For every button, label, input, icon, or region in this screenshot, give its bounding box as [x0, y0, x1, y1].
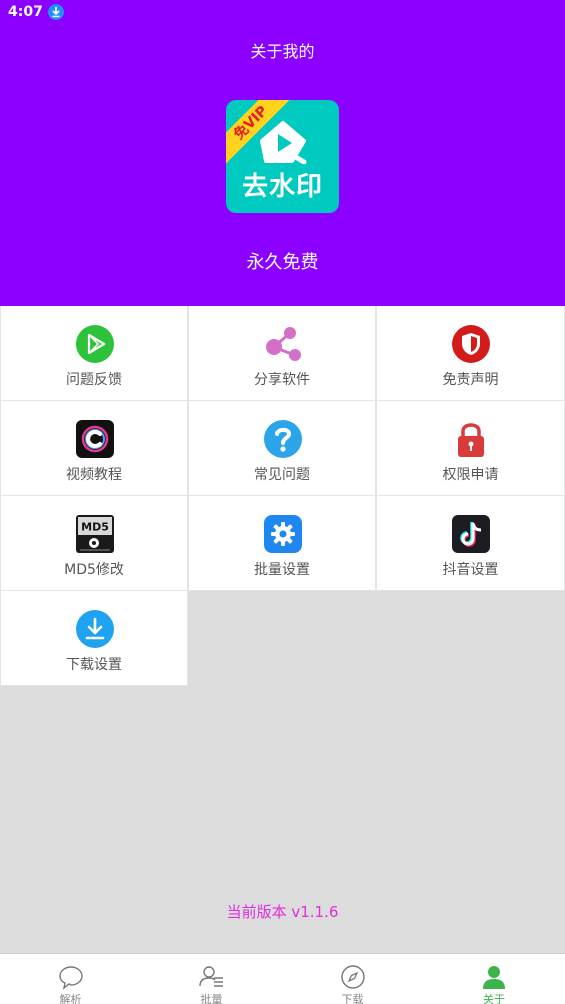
grid-item-label: 分享软件 — [254, 372, 310, 388]
video-tutorial-icon — [76, 420, 114, 458]
grid-item-faq[interactable]: 常见问题 — [188, 401, 376, 496]
tiktok-icon — [452, 515, 490, 553]
slogan: 永久免费 — [246, 252, 319, 273]
app-logo: 免VIP 去水印 — [226, 100, 339, 213]
grid-item-label: 视频教程 — [66, 467, 122, 483]
tab-label: 批量 — [200, 993, 223, 1004]
tab-about[interactable]: 关于 — [423, 954, 565, 1004]
tab-label: 解析 — [59, 993, 82, 1004]
grid-item-label: MD5修改 — [64, 562, 124, 578]
grid-item-label: 免责声明 — [442, 372, 499, 388]
logo-text: 去水印 — [241, 172, 323, 202]
grid-item-download-settings[interactable]: 下载设置 — [0, 591, 188, 686]
grid-item-batch-settings[interactable]: 批量设置 — [188, 496, 376, 591]
grid-item-feedback[interactable]: 问题反馈 — [0, 306, 188, 401]
play-store-icon — [76, 325, 114, 363]
status-bar: 4:07 — [8, 3, 64, 21]
grid-item-label: 下载设置 — [66, 657, 122, 673]
tab-label: 下载 — [341, 993, 364, 1004]
grid-item-douyin-settings[interactable]: 抖音设置 — [376, 496, 565, 591]
shield-icon — [452, 325, 490, 363]
grid-item-label: 权限申请 — [442, 467, 499, 483]
grid-item-label: 常见问题 — [254, 467, 310, 483]
grid-item-label: 问题反馈 — [66, 372, 122, 388]
grid-item-label: 批量设置 — [254, 562, 310, 578]
profile-header: 4:07 关于我的 免VIP 去水印 永久免费 — [0, 0, 565, 306]
person-icon — [483, 966, 505, 989]
settings-gear-icon — [264, 515, 302, 553]
grid-item-disclaimer[interactable]: 免责声明 — [376, 306, 565, 401]
user-list-icon — [199, 966, 223, 987]
lock-icon — [458, 423, 484, 457]
status-time: 4:07 — [8, 4, 43, 20]
download-icon — [76, 610, 114, 648]
question-icon — [264, 420, 302, 458]
tab-parse[interactable]: 解析 — [0, 954, 141, 1004]
md5-icon: MD5 — [76, 515, 114, 553]
page-title: 关于我的 — [250, 42, 315, 61]
tab-label: 关于 — [483, 993, 505, 1004]
grid-item-md5[interactable]: MD5 MD5修改 — [0, 496, 188, 591]
grid-item-video-tutorial[interactable]: 视频教程 — [0, 401, 188, 496]
download-notification-icon — [47, 4, 64, 20]
version-text: 当前版本 v1.1.6 — [226, 903, 339, 921]
compass-icon — [341, 965, 365, 989]
tab-download[interactable]: 下载 — [282, 954, 423, 1004]
bottom-tab-bar: 解析 批量 下载 关于 — [0, 953, 565, 1004]
grid-item-permissions[interactable]: 权限申请 — [376, 401, 565, 496]
grid-item-share[interactable]: 分享软件 — [188, 306, 376, 401]
share-icon — [266, 327, 301, 361]
grid-item-label: 抖音设置 — [442, 562, 499, 578]
tab-batch[interactable]: 批量 — [141, 954, 282, 1004]
chat-bubble-icon — [59, 966, 83, 990]
play-icon — [260, 121, 307, 164]
svg-text:MD5: MD5 — [81, 521, 109, 534]
